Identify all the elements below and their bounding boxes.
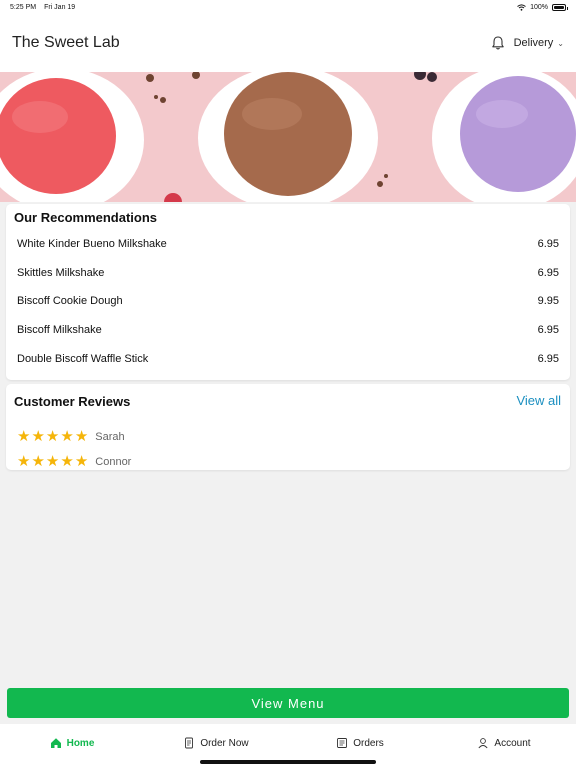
tab-label: Account: [494, 737, 531, 749]
recommendation-item[interactable]: Skittles Milkshake 6.95: [6, 259, 570, 288]
item-name: Double Biscoff Waffle Stick: [17, 352, 149, 365]
battery-icon: [552, 3, 568, 11]
tab-label: Home: [66, 737, 95, 749]
item-name: White Kinder Bueno Milkshake: [17, 238, 167, 251]
reviews-title: Customer Reviews: [14, 394, 131, 409]
hero-banner: [0, 72, 576, 202]
delivery-selector[interactable]: Delivery ⌄: [514, 37, 564, 49]
recommendation-item[interactable]: Biscoff Milkshake 6.95: [6, 316, 570, 345]
star-icon: ★: [17, 453, 31, 470]
bell-icon[interactable]: [490, 35, 506, 51]
status-date: Fri Jan 19: [44, 3, 76, 11]
recommendation-item[interactable]: White Kinder Bueno Milkshake 6.95: [6, 230, 570, 259]
star-icon: ★: [31, 428, 45, 445]
recommendations-title: Our Recommendations: [14, 210, 158, 225]
battery-level: [554, 5, 564, 9]
item-price: 6.95: [537, 238, 559, 251]
star-icon: ★: [74, 428, 89, 445]
view-all-link[interactable]: View all: [516, 393, 561, 408]
recommendation-item[interactable]: Double Biscoff Waffle Stick 6.95: [6, 344, 570, 373]
tab-label: Order Now: [200, 737, 249, 749]
star-icon: ★: [45, 428, 60, 445]
view-menu-button[interactable]: View Menu: [7, 688, 569, 718]
status-time: 5:25 PM: [10, 3, 37, 11]
receipt-icon: [337, 738, 348, 748]
battery-percent: 100%: [530, 3, 548, 11]
chevron-down-icon: ⌄: [557, 38, 564, 48]
tab-order-now[interactable]: Order Now: [144, 724, 288, 762]
item-price: 6.95: [537, 352, 559, 365]
star-rating: ★ ★ ★ ★ ★: [17, 429, 88, 444]
review-item: ★ ★ ★ ★ ★ Connor: [17, 449, 131, 474]
app-title: The Sweet Lab: [12, 34, 120, 51]
item-name: Biscoff Cookie Dough: [17, 295, 123, 308]
app-header: The Sweet Lab Delivery ⌄: [0, 14, 576, 72]
tab-home[interactable]: Home: [0, 724, 144, 762]
home-indicator: [200, 760, 376, 764]
strawberry-scoop: [0, 78, 116, 194]
star-icon: ★: [60, 428, 74, 445]
review-item: ★ ★ ★ ★ ★ Sarah: [17, 424, 131, 449]
item-name: Skittles Milkshake: [17, 266, 105, 279]
reviews-card: Customer Reviews View all ★ ★ ★ ★ ★ Sarah ★ ★…: [6, 384, 570, 470]
item-name: Biscoff Milkshake: [17, 324, 102, 337]
star-icon: ★: [17, 428, 31, 445]
item-price: 6.95: [537, 324, 559, 337]
chocolate-scoop: [224, 72, 352, 196]
wifi-icon: [517, 3, 526, 11]
tab-label: Orders: [353, 737, 384, 749]
berry-scoop: [460, 76, 576, 192]
delivery-label: Delivery: [513, 37, 554, 49]
status-bar: 5:25 PM Fri Jan 19 100%: [0, 0, 576, 14]
recommendation-item[interactable]: Biscoff Cookie Dough 9.95: [6, 287, 570, 316]
review-list: ★ ★ ★ ★ ★ Sarah ★ ★ ★ ★ ★ Connor: [17, 424, 131, 474]
tab-account[interactable]: Account: [432, 724, 576, 762]
reviewer-name: Connor: [95, 455, 132, 468]
recommendations-card: Our Recommendations White Kinder Bueno M…: [6, 204, 570, 380]
recommendations-list: White Kinder Bueno Milkshake 6.95 Skittl…: [6, 230, 570, 373]
star-icon: ★: [74, 453, 89, 470]
user-icon: [478, 738, 488, 749]
reviewer-name: Sarah: [95, 430, 125, 443]
item-price: 9.95: [537, 295, 559, 308]
home-icon: [50, 738, 61, 748]
order-icon: [185, 737, 194, 749]
item-price: 6.95: [537, 266, 559, 279]
star-icon: ★: [31, 453, 45, 470]
star-rating: ★ ★ ★ ★ ★: [17, 454, 88, 469]
star-icon: ★: [45, 453, 60, 470]
star-icon: ★: [60, 453, 74, 470]
ice-cream-banner-image: [0, 72, 576, 202]
tab-orders[interactable]: Orders: [288, 724, 432, 762]
